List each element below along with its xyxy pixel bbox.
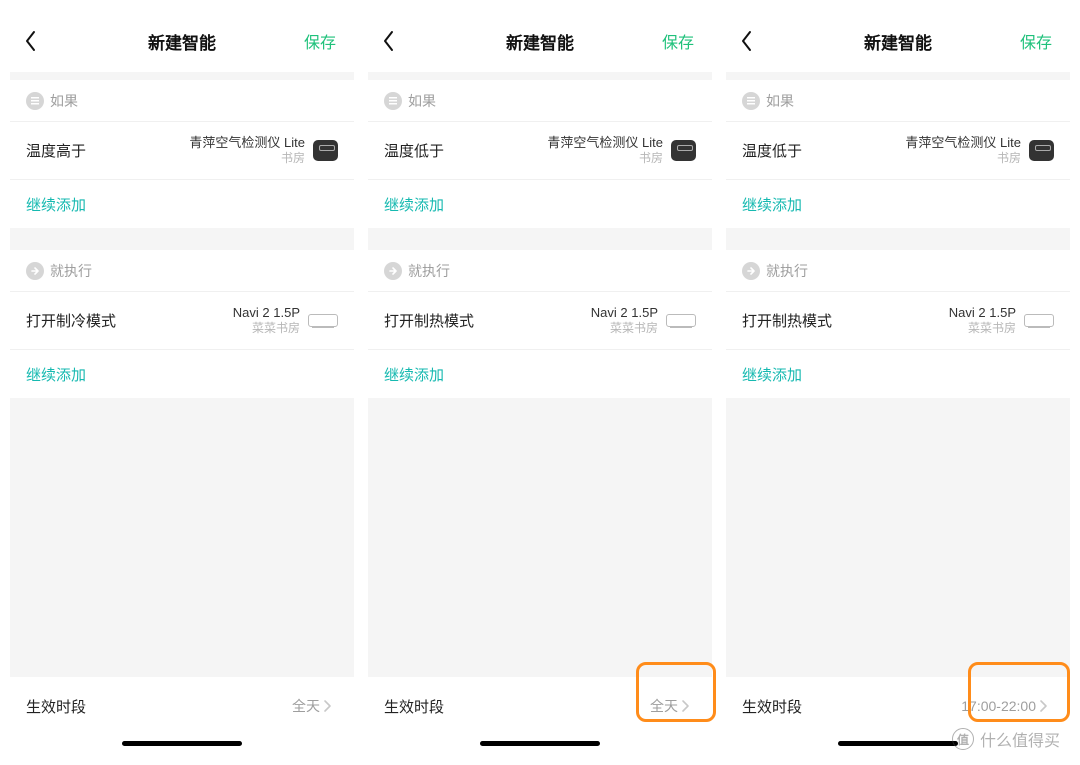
period-value: 全天 (292, 696, 320, 716)
divider (10, 72, 354, 80)
period-label: 生效时段 (742, 696, 802, 717)
arrow-right-icon (742, 262, 760, 280)
page-title: 新建智能 (726, 29, 1070, 54)
period-row[interactable]: 生效时段 全天 (10, 677, 354, 735)
then-section-label: 就执行 (726, 250, 1070, 292)
page-title: 新建智能 (368, 29, 712, 54)
add-condition-button[interactable]: 继续添加 (10, 180, 354, 228)
action-row[interactable]: 打开制热模式 Navi 2 1.5P 菜菜书房 (726, 292, 1070, 350)
add-action-button[interactable]: 继续添加 (726, 350, 1070, 398)
condition-row[interactable]: 温度低于 青萍空气检测仪 Lite 书房 (368, 122, 712, 180)
period-value: 17:00-22:00 (961, 698, 1036, 714)
condition-title: 温度高于 (26, 140, 86, 161)
condition-row[interactable]: 温度低于 青萍空气检测仪 Lite 书房 (726, 122, 1070, 180)
filler (726, 398, 1070, 677)
divider (368, 72, 712, 80)
ac-device-icon (666, 314, 696, 327)
period-row[interactable]: 生效时段 全天 (368, 677, 712, 735)
then-label: 就执行 (408, 261, 450, 281)
home-indicator (368, 735, 712, 765)
period-label: 生效时段 (26, 696, 86, 717)
action-title: 打开制热模式 (384, 310, 474, 331)
chevron-left-icon (382, 30, 396, 52)
chevron-left-icon (24, 30, 38, 52)
back-button[interactable] (382, 30, 416, 52)
chevron-right-icon (1036, 699, 1050, 713)
then-label: 就执行 (766, 261, 808, 281)
action-room: 菜菜书房 (968, 321, 1016, 336)
watermark-logo-icon: 值 (952, 728, 974, 750)
condition-device: 青萍空气检测仪 Lite (905, 135, 1021, 151)
chevron-left-icon (740, 30, 754, 52)
period-label: 生效时段 (384, 696, 444, 717)
condition-room: 书房 (639, 151, 663, 166)
if-section-label: 如果 (726, 80, 1070, 122)
save-button[interactable]: 保存 (662, 29, 694, 53)
phone-3: 新建智能 保存 如果 温度低于 青萍空气检测仪 Lite 书房 继续添加 (726, 10, 1070, 765)
action-title: 打开制热模式 (742, 310, 832, 331)
action-device: Navi 2 1.5P (949, 305, 1016, 321)
add-action-button[interactable]: 继续添加 (368, 350, 712, 398)
topbar: 新建智能 保存 (10, 10, 354, 72)
arrow-right-icon (26, 262, 44, 280)
if-section-label: 如果 (10, 80, 354, 122)
chevron-right-icon (678, 699, 692, 713)
sensor-device-icon (1029, 140, 1054, 161)
condition-device: 青萍空气检测仪 Lite (189, 135, 305, 151)
action-room: 菜菜书房 (610, 321, 658, 336)
add-action-button[interactable]: 继续添加 (10, 350, 354, 398)
divider (368, 228, 712, 250)
condition-title: 温度低于 (384, 140, 444, 161)
ac-device-icon (1024, 314, 1054, 327)
then-label: 就执行 (50, 261, 92, 281)
condition-device: 青萍空气检测仪 Lite (547, 135, 663, 151)
add-condition-button[interactable]: 继续添加 (368, 180, 712, 228)
stage: 新建智能 保存 如果 温度高于 青萍空气检测仪 Lite 书房 继续添加 (0, 0, 1080, 765)
chevron-right-icon (320, 699, 334, 713)
phone-2: 新建智能 保存 如果 温度低于 青萍空气检测仪 Lite 书房 继续添加 (368, 10, 712, 765)
period-value: 全天 (650, 696, 678, 716)
home-indicator (10, 735, 354, 765)
list-icon (26, 92, 44, 110)
then-section-label: 就执行 (368, 250, 712, 292)
save-button[interactable]: 保存 (304, 29, 336, 53)
list-icon (384, 92, 402, 110)
sensor-device-icon (671, 140, 696, 161)
action-row[interactable]: 打开制冷模式 Navi 2 1.5P 菜菜书房 (10, 292, 354, 350)
condition-room: 书房 (281, 151, 305, 166)
if-label: 如果 (766, 91, 794, 111)
action-device: Navi 2 1.5P (233, 305, 300, 321)
add-condition-button[interactable]: 继续添加 (726, 180, 1070, 228)
page-title: 新建智能 (10, 29, 354, 54)
watermark: 值 什么值得买 (952, 727, 1060, 751)
divider (726, 228, 1070, 250)
then-section-label: 就执行 (10, 250, 354, 292)
phones-container: 新建智能 保存 如果 温度高于 青萍空气检测仪 Lite 书房 继续添加 (0, 0, 1080, 765)
action-device: Navi 2 1.5P (591, 305, 658, 321)
divider (726, 72, 1070, 80)
if-label: 如果 (408, 91, 436, 111)
sensor-device-icon (313, 140, 338, 161)
if-label: 如果 (50, 91, 78, 111)
list-icon (742, 92, 760, 110)
topbar: 新建智能 保存 (368, 10, 712, 72)
action-room: 菜菜书房 (252, 321, 300, 336)
filler (10, 398, 354, 677)
topbar: 新建智能 保存 (726, 10, 1070, 72)
back-button[interactable] (24, 30, 58, 52)
ac-device-icon (308, 314, 338, 327)
condition-row[interactable]: 温度高于 青萍空气检测仪 Lite 书房 (10, 122, 354, 180)
action-title: 打开制冷模式 (26, 310, 116, 331)
phone-1: 新建智能 保存 如果 温度高于 青萍空气检测仪 Lite 书房 继续添加 (10, 10, 354, 765)
condition-title: 温度低于 (742, 140, 802, 161)
arrow-right-icon (384, 262, 402, 280)
divider (10, 228, 354, 250)
watermark-text: 什么值得买 (980, 727, 1060, 751)
back-button[interactable] (740, 30, 774, 52)
filler (368, 398, 712, 677)
condition-room: 书房 (997, 151, 1021, 166)
action-row[interactable]: 打开制热模式 Navi 2 1.5P 菜菜书房 (368, 292, 712, 350)
if-section-label: 如果 (368, 80, 712, 122)
save-button[interactable]: 保存 (1020, 29, 1052, 53)
